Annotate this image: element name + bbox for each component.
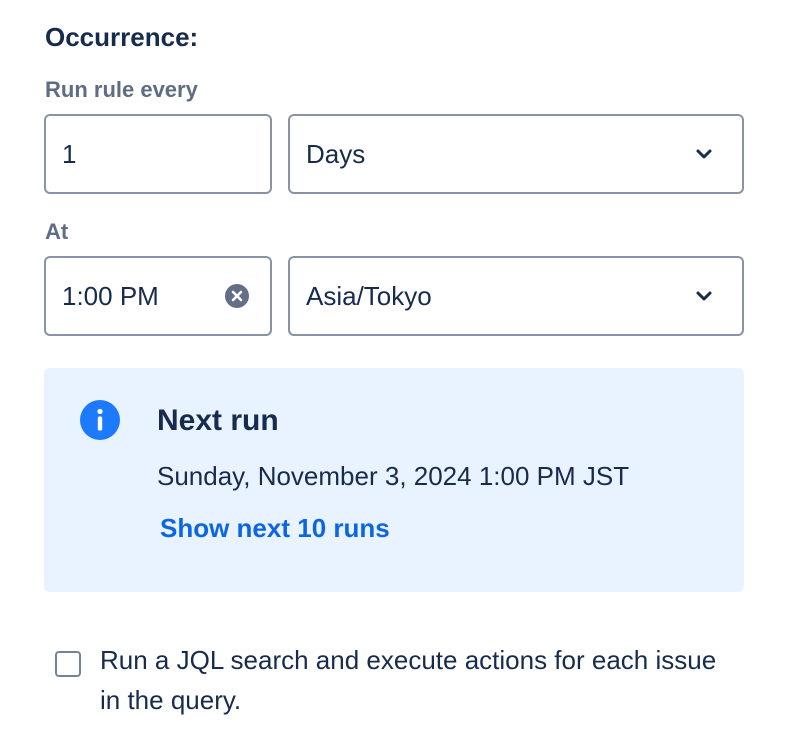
occurrence-title: Occurrence: (45, 22, 199, 52)
timezone-select[interactable]: Asia/Tokyo (288, 256, 744, 336)
chevron-down-icon[interactable] (692, 284, 716, 308)
next-run-panel: Next run Sunday, November 3, 2024 1:00 P… (44, 368, 744, 592)
next-run-title: Next run (157, 404, 279, 437)
chevron-down-icon[interactable] (692, 142, 716, 166)
jql-checkbox-label[interactable]: Run a JQL search and execute actions for… (100, 640, 740, 720)
run-rule-every-label: Run rule every (45, 77, 198, 102)
interval-unit-value: Days (306, 138, 366, 169)
interval-number-value[interactable]: 1 (46, 139, 270, 170)
interval-number-input[interactable]: 1 (44, 114, 272, 194)
timezone-value: Asia/Tokyo (306, 280, 432, 311)
info-icon (80, 400, 120, 440)
interval-unit-select[interactable]: Days (288, 114, 744, 194)
at-label: At (45, 219, 69, 244)
clear-icon[interactable] (224, 283, 250, 309)
next-run-date: Sunday, November 3, 2024 1:00 PM JST (157, 461, 630, 491)
time-input[interactable]: 1:00 PM (44, 256, 272, 336)
time-value[interactable]: 1:00 PM (46, 281, 224, 312)
jql-checkbox[interactable] (55, 651, 81, 677)
show-next-runs-link[interactable]: Show next 10 runs (160, 511, 390, 545)
